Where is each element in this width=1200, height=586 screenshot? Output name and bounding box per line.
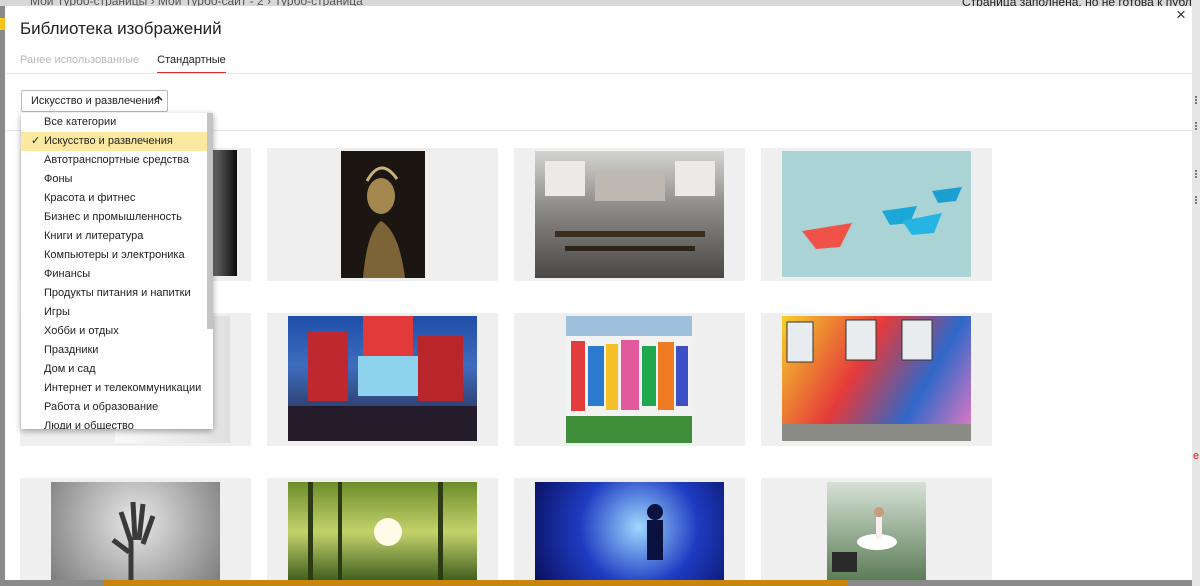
image-library-modal: Библиотека изображений × Ранее использов… [5, 6, 1192, 580]
image-thumbnail [782, 316, 971, 441]
background-red-mark: е [1193, 450, 1200, 462]
dropdown-item[interactable]: Автотранспортные средства [21, 151, 213, 170]
background-sidebar: е [1192, 0, 1200, 586]
dropdown-item[interactable]: Красота и фитнес [21, 189, 213, 208]
category-select-value: Искусство и развлечения [31, 95, 160, 107]
dropdown-item[interactable]: Работа и образование [21, 398, 213, 417]
dropdown-item[interactable]: Все категории [21, 113, 213, 132]
dropdown-item[interactable]: Компьютеры и электроника [21, 246, 213, 265]
image-tile[interactable] [761, 478, 992, 580]
image-tile[interactable] [514, 313, 745, 446]
more-icon [1195, 196, 1197, 204]
dropdown-item[interactable]: Фоны [21, 170, 213, 189]
image-tile[interactable] [514, 148, 745, 281]
modal-title: Библиотека изображений [20, 19, 222, 38]
tabs: Ранее использованные Стандартные [20, 54, 226, 74]
image-thumbnail [827, 482, 926, 580]
dropdown-item[interactable]: Игры [21, 303, 213, 322]
image-thumbnail [566, 316, 692, 443]
dropdown-item[interactable]: Хобби и отдых [21, 322, 213, 341]
image-thumbnail [782, 151, 971, 277]
dropdown-item-selected[interactable]: ✓ Искусство и развлечения [21, 132, 213, 151]
category-dropdown: Все категории ✓ Искусство и развлечения … [21, 113, 213, 429]
image-tile[interactable] [761, 313, 992, 446]
dropdown-item[interactable]: Финансы [21, 265, 213, 284]
dropdown-item[interactable]: Праздники [21, 341, 213, 360]
dropdown-item[interactable]: Книги и литература [21, 227, 213, 246]
image-thumbnail [341, 151, 425, 278]
tabs-divider [5, 73, 1192, 74]
dropdown-scrollbar[interactable] [207, 113, 213, 329]
dropdown-item-label: Искусство и развлечения [44, 135, 173, 147]
image-tile[interactable] [267, 478, 498, 580]
more-icon [1195, 96, 1197, 104]
image-thumbnail [51, 482, 220, 580]
tab-standard[interactable]: Стандартные [157, 54, 226, 74]
image-tile[interactable] [514, 478, 745, 580]
dropdown-item[interactable]: Люди и общество [21, 417, 213, 429]
image-tile[interactable] [267, 313, 498, 446]
dropdown-item[interactable]: Интернет и телекоммуникации [21, 379, 213, 398]
category-select[interactable]: Искусство и развлечения [21, 90, 168, 112]
chevron-up-icon [154, 94, 163, 106]
check-icon: ✓ [31, 135, 41, 147]
dropdown-item[interactable]: Продукты питания и напитки [21, 284, 213, 303]
close-button[interactable]: × [1171, 6, 1191, 26]
tab-recently-used[interactable]: Ранее использованные [20, 54, 139, 74]
image-tile[interactable] [761, 148, 992, 281]
more-icon [1195, 170, 1197, 178]
background-banner [104, 580, 848, 586]
image-thumbnail [535, 151, 724, 278]
image-thumbnail [288, 316, 477, 441]
image-tile[interactable] [20, 478, 251, 580]
dropdown-item[interactable]: Дом и сад [21, 360, 213, 379]
more-icon [1195, 122, 1197, 130]
image-thumbnail [288, 482, 477, 580]
image-thumbnail [535, 482, 724, 580]
dropdown-item[interactable]: Бизнес и промышленность [21, 208, 213, 227]
image-tile[interactable] [267, 148, 498, 281]
